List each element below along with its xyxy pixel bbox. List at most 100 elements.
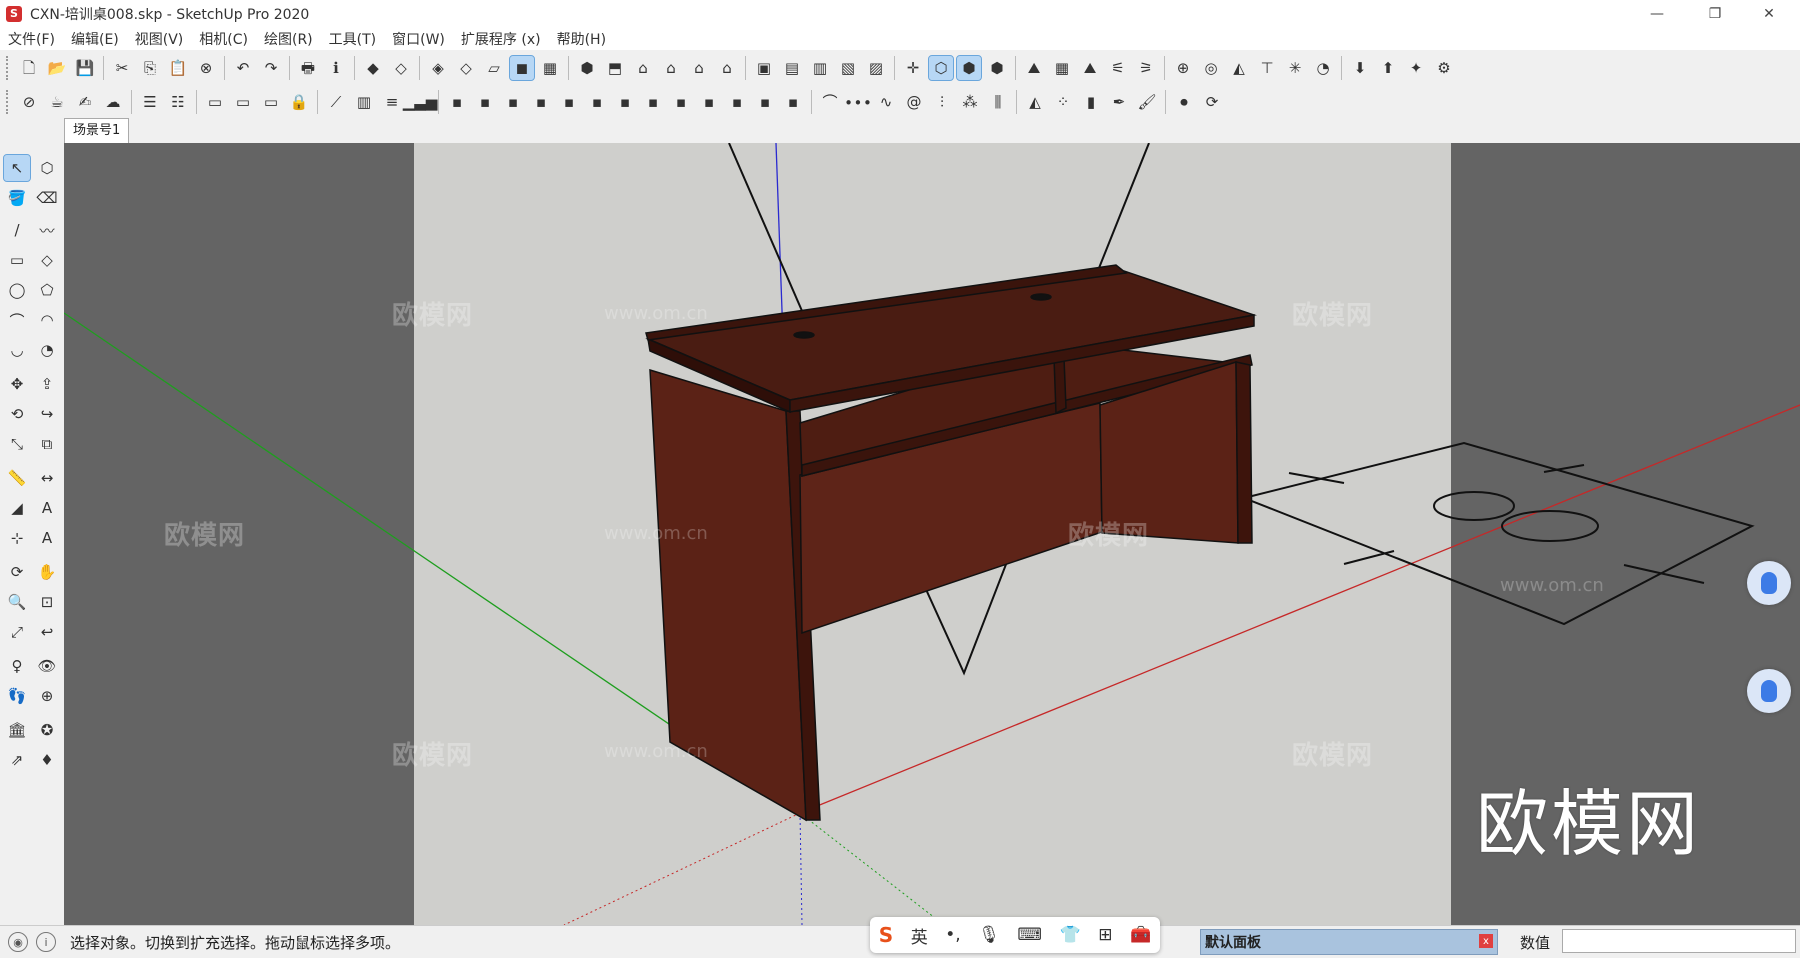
extension-warehouse-tool-icon[interactable]: ✪ bbox=[34, 717, 60, 743]
hidden-line-icon[interactable]: ▱ bbox=[482, 56, 506, 80]
polygon-icon[interactable]: ⬠ bbox=[34, 277, 60, 303]
freehand-icon[interactable]: 〰 bbox=[34, 217, 60, 243]
arc-icon[interactable]: ⌒ bbox=[4, 307, 30, 333]
look-around-icon[interactable]: 👁 bbox=[34, 653, 60, 679]
layer-add-icon[interactable]: ☰ bbox=[138, 90, 162, 114]
fence-icon[interactable]: ⫶ bbox=[930, 90, 954, 114]
menu-help[interactable]: 帮助(H) bbox=[549, 29, 614, 49]
section-plane-icon[interactable]: ▣ bbox=[752, 56, 776, 80]
menu-edit[interactable]: 编辑(E) bbox=[63, 29, 127, 49]
select-icon[interactable]: ↖ bbox=[3, 154, 31, 182]
menu-tools[interactable]: 工具(T) bbox=[321, 29, 384, 49]
solid-trim-icon[interactable]: ◭ bbox=[1227, 56, 1251, 80]
component-icon[interactable]: ⬡ bbox=[928, 55, 954, 81]
microphone-icon[interactable]: 🎙 bbox=[978, 925, 1000, 945]
three-point-arc-icon[interactable]: ◡ bbox=[4, 337, 30, 363]
restore-icon[interactable]: ❐ bbox=[1692, 0, 1738, 27]
top-view-icon[interactable]: ⬒ bbox=[603, 56, 627, 80]
ruby-icon[interactable]: ♦ bbox=[34, 747, 60, 773]
zoom-window-icon[interactable]: ⊡ bbox=[34, 589, 60, 615]
3d-warehouse-icon[interactable]: ⬆ bbox=[1376, 56, 1400, 80]
smoove-icon[interactable]: ⛰ bbox=[1078, 56, 1102, 80]
lock-icon[interactable]: 🔒 bbox=[287, 90, 311, 114]
rectangle-icon[interactable]: ▭ bbox=[4, 247, 30, 273]
default-tray-tab[interactable]: 默认面板 x bbox=[1200, 929, 1498, 955]
grid-icon[interactable]: ⁂ bbox=[958, 90, 982, 114]
eraser-icon[interactable]: ⌫ bbox=[34, 185, 60, 211]
position-camera-icon[interactable]: ♀ bbox=[4, 653, 30, 679]
protractor-icon[interactable]: ◢ bbox=[4, 495, 30, 521]
paint-bucket-icon[interactable]: 🪣 bbox=[4, 185, 30, 211]
axes-move-icon[interactable]: ✛ bbox=[901, 56, 925, 80]
camera-frame-3-icon[interactable]: ▭ bbox=[259, 90, 283, 114]
orbit-icon[interactable]: ⟳ bbox=[4, 559, 30, 585]
move-icon[interactable]: ✥ bbox=[4, 371, 30, 397]
box-icon[interactable]: ▮ bbox=[1079, 90, 1103, 114]
print-icon[interactable]: 🖶 bbox=[296, 56, 320, 80]
mouse-icon[interactable] bbox=[1747, 561, 1791, 605]
wave-icon[interactable]: ∿ bbox=[874, 90, 898, 114]
stairs-bars-icon[interactable]: ▁▃▅ bbox=[403, 90, 438, 114]
shaded-icon[interactable]: ◼ bbox=[509, 55, 535, 81]
save-icon[interactable]: 💾 bbox=[73, 56, 97, 80]
zoom-extents-icon[interactable]: ⤢ bbox=[4, 619, 30, 645]
erase-icon[interactable]: ⊗ bbox=[194, 56, 218, 80]
solid-subtract-icon[interactable]: ◎ bbox=[1199, 56, 1223, 80]
curve-tool-12-icon[interactable]: ▪ bbox=[753, 90, 777, 114]
section-fill-icon[interactable]: ▤ bbox=[780, 56, 804, 80]
menu-draw[interactable]: 绘图(R) bbox=[256, 29, 321, 49]
mirror-icon[interactable]: ◭ bbox=[1023, 90, 1047, 114]
style-icon[interactable]: ⊘ bbox=[17, 90, 41, 114]
curve-tool-4-icon[interactable]: ▪ bbox=[529, 90, 553, 114]
spiral-icon[interactable]: @ bbox=[902, 90, 926, 114]
display-sections-icon[interactable]: ▧ bbox=[836, 56, 860, 80]
section-fill-toggle-icon[interactable]: ▨ bbox=[864, 56, 888, 80]
keyboard-icon[interactable]: ⌨ bbox=[1017, 925, 1042, 945]
info-icon[interactable]: i bbox=[36, 932, 56, 952]
stamp-icon[interactable]: ⚟ bbox=[1106, 56, 1130, 80]
curve-tool-5-icon[interactable]: ▪ bbox=[557, 90, 581, 114]
punctuation-icon[interactable]: •, bbox=[945, 925, 960, 945]
model-info-icon[interactable]: ℹ bbox=[324, 56, 348, 80]
solid-outer-icon[interactable]: ◔ bbox=[1311, 56, 1335, 80]
menu-view[interactable]: 视图(V) bbox=[127, 29, 192, 49]
camera-frame-2-icon[interactable]: ▭ bbox=[231, 90, 255, 114]
warehouse-icon[interactable]: 🏛 bbox=[4, 717, 30, 743]
brush-icon[interactable]: 🖌 bbox=[1135, 90, 1159, 114]
apps-grid-icon[interactable]: ⊞ bbox=[1098, 925, 1112, 945]
right-view-icon[interactable]: ⌂ bbox=[659, 56, 683, 80]
curve-tool-8-icon[interactable]: ▪ bbox=[641, 90, 665, 114]
sandbox-from-scratch-icon[interactable]: ▦ bbox=[1050, 56, 1074, 80]
menu-file[interactable]: 文件(F) bbox=[0, 29, 63, 49]
ime-logo[interactable]: S bbox=[879, 923, 893, 947]
line-icon[interactable]: / bbox=[4, 217, 30, 243]
columns-icon[interactable]: ▥ bbox=[352, 90, 376, 114]
menu-extensions[interactable]: 扩展程序 (x) bbox=[453, 29, 549, 49]
pan-icon[interactable]: ✋ bbox=[34, 559, 60, 585]
scene-tab-1[interactable]: 场景号1 bbox=[64, 118, 130, 143]
paste-icon[interactable]: 📋 bbox=[166, 56, 190, 80]
model-viewport[interactable]: 欧模网 欧模网 欧模网 欧模网 欧模网 欧模网 欧模网 www.om.cn ww… bbox=[64, 143, 1800, 925]
ime-language-toggle[interactable]: 英 bbox=[911, 923, 928, 948]
copy-icon[interactable]: ⎘ bbox=[138, 56, 162, 80]
close-icon[interactable]: x bbox=[1479, 934, 1493, 948]
mouse-icon[interactable] bbox=[1747, 669, 1791, 713]
curve-tool-10-icon[interactable]: ▪ bbox=[697, 90, 721, 114]
scale-icon[interactable]: ⤡ bbox=[4, 431, 30, 457]
cloud-icon[interactable]: ☁ bbox=[101, 90, 125, 114]
minimize-icon[interactable]: — bbox=[1634, 0, 1680, 27]
xray-icon[interactable]: ◈ bbox=[426, 56, 450, 80]
iso-box-outline-icon[interactable]: ◇ bbox=[389, 56, 413, 80]
component-tool-icon[interactable]: ⬡ bbox=[34, 155, 60, 181]
toolbar-grip[interactable] bbox=[6, 90, 12, 114]
curve-tool-6-icon[interactable]: ▪ bbox=[585, 90, 609, 114]
component-active-icon[interactable]: ⬢ bbox=[985, 56, 1009, 80]
drape-icon[interactable]: ⚞ bbox=[1134, 56, 1158, 80]
teapot-icon[interactable]: ☕ bbox=[45, 90, 69, 114]
solid-split-icon[interactable]: ✳ bbox=[1283, 56, 1307, 80]
shaded-texture-icon[interactable]: ▦ bbox=[538, 56, 562, 80]
close-icon[interactable]: ✕ bbox=[1746, 0, 1792, 27]
back-edges-icon[interactable]: ◇ bbox=[454, 56, 478, 80]
rotate-icon[interactable]: ⟲ bbox=[4, 401, 30, 427]
curve-tool-2-icon[interactable]: ▪ bbox=[473, 90, 497, 114]
